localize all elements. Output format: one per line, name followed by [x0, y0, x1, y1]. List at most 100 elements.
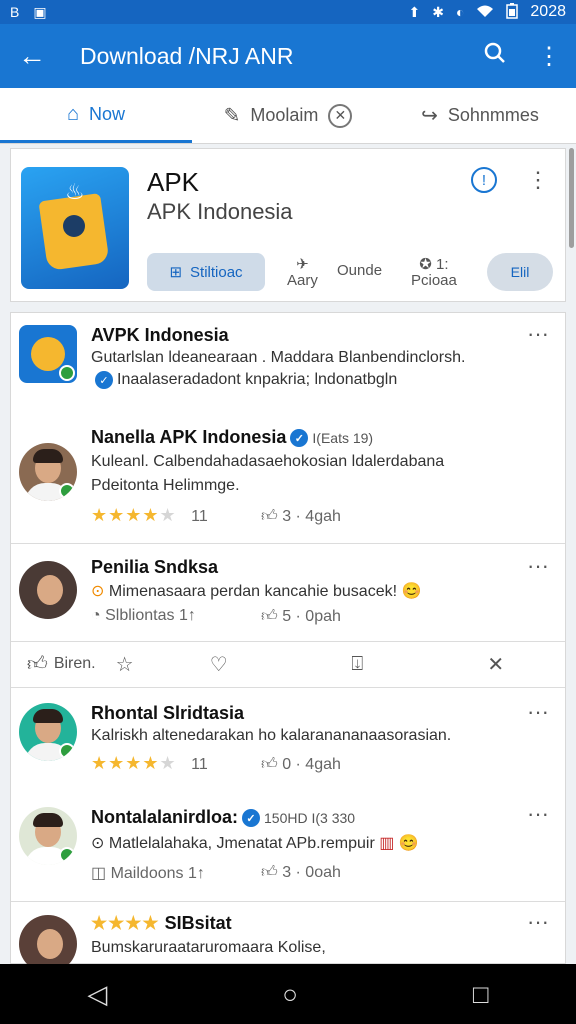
post-text: Gutarlslan ldeanearaan . Maddara Blanben…	[91, 349, 466, 366]
thumbs-up-icon: 👍︎	[261, 756, 278, 773]
like-count[interactable]: 👍︎ 3 · 4gah	[261, 507, 341, 526]
close-icon: ✕	[487, 653, 505, 676]
review-meta: ◔ Slbliontas 1↑	[91, 607, 196, 625]
star-icon[interactable]: ☆	[116, 652, 134, 677]
stars-icon: ★★★★★	[91, 753, 177, 773]
more-horiz-icon[interactable]: ···	[527, 321, 549, 347]
app-logo[interactable]: ♨	[21, 167, 129, 289]
star-rating: ★★★★★ 11	[91, 505, 208, 526]
avatar[interactable]	[19, 561, 77, 619]
review-text: Kalriskh altenedarakan ho kalaranananaas…	[91, 727, 452, 744]
rating-count: 11	[191, 756, 208, 773]
clock: 2028	[530, 3, 566, 20]
page-title: Download /NRJ ANR	[80, 42, 294, 69]
info-icon[interactable]: !	[471, 167, 497, 193]
review-text: ⊙ Matlelalahaka, Jmenatat APb.rempuir ▥ …	[91, 833, 419, 853]
review-text: Kuleanl. Calbendahadasaehokosian ldalerd…	[91, 453, 445, 470]
tab-moolaim[interactable]: ✎ Moolaim ✕	[192, 88, 384, 143]
secondary-button[interactable]: Elil	[487, 253, 553, 291]
heart-icon: ♡	[209, 653, 228, 676]
like-count[interactable]: 👍︎ 3 · 0oah	[261, 863, 341, 882]
like-count[interactable]: 👍︎ 5 · 0pah	[261, 607, 341, 626]
review-item[interactable]: Penilia Sndksa ··· ⊙ Mimenasaara perdan …	[11, 543, 565, 641]
like-button[interactable]: 👍︎ Biren. ☆	[11, 652, 150, 677]
install-button[interactable]: ⊞ Stiltioac	[147, 253, 265, 291]
verified-icon: ✓	[242, 809, 261, 828]
review-item[interactable]: ★★★★ SIBsitat ··· Bumskaruraataruromaara…	[11, 901, 565, 964]
tab-label: Moolaim	[250, 105, 319, 125]
post-link-text: Inaalaseradadont knpakria; lndonatbgln	[117, 371, 398, 389]
online-dot	[59, 483, 75, 499]
more-horiz-icon[interactable]: ···	[527, 909, 549, 935]
avatar[interactable]	[19, 443, 77, 501]
reviewer-name: Nontalalanirdloa: ✓ 150HD I(3 330	[91, 807, 355, 828]
stat-rating: ✈ Aary	[287, 257, 318, 289]
reviewer-name-text: SIBsitat	[164, 913, 232, 933]
home-icon: ⌂	[66, 102, 80, 125]
like-count-text: 0 · 4gah	[282, 756, 341, 773]
favorite-button[interactable]: ♡	[150, 652, 289, 677]
stat-downloads: Ounde	[337, 263, 382, 279]
like-button-label: Biren.	[53, 655, 96, 672]
close-icon[interactable]: ✕	[328, 103, 353, 128]
download-status-icon: ⬆	[408, 3, 421, 20]
more-horiz-icon[interactable]: ···	[527, 699, 549, 725]
thumbs-up-icon: 👍︎	[261, 508, 278, 525]
install-button-label: Stiltioac	[190, 263, 243, 281]
review-text-content: Matlelalahaka, Jmenatat APb.rempuir	[108, 835, 375, 852]
more-vert-icon[interactable]: ⋮	[527, 167, 549, 193]
home-nav-icon[interactable]: ○	[282, 979, 298, 1010]
notification-icon: B	[10, 4, 20, 20]
back-button[interactable]: ←	[0, 24, 64, 88]
overflow-menu-button[interactable]: ⋮	[522, 24, 576, 88]
review-item[interactable]: Nanella APK Indonesia ✓ I(Eats 19) Kuleanl…	[11, 413, 565, 543]
emoji-icon: 😊	[398, 835, 419, 852]
search-icon	[483, 41, 507, 72]
app-developer[interactable]: APK Indonesia	[147, 199, 293, 225]
recents-nav-icon[interactable]: □	[473, 979, 489, 1010]
review-text-content: Mimenasaara perdan kancahie busacek!	[108, 583, 398, 600]
app-avatar	[19, 325, 77, 383]
stat-value: 1:	[436, 256, 449, 273]
gear-icon	[31, 337, 65, 371]
reviewer-name-text: Nontalalanirdloa:	[91, 807, 239, 827]
tab-now[interactable]: ⌂ Now	[0, 88, 192, 143]
like-count[interactable]: 👍︎ 0 · 4gah	[261, 755, 341, 774]
reviewer-name: Nanella APK Indonesia ✓ I(Eats 19)	[91, 427, 373, 448]
tab-sohnmmes[interactable]: ↪ Sohnmmes	[384, 88, 576, 143]
wifi-icon	[476, 4, 494, 21]
link-icon: ⊙	[91, 835, 105, 852]
content-area[interactable]: ♨ APK APK Indonesia ! ⋮ ⊞ Stiltioac ✈ Aa…	[0, 144, 576, 964]
status-dot	[59, 365, 75, 381]
review-item[interactable]: Rhontal Slridtasia ··· Kalriskh alteneda…	[11, 687, 565, 787]
list-item[interactable]: AVPK Indonesia Gutarlslan ldeanearaan . …	[11, 313, 565, 413]
stars-icon: ★★★★	[91, 913, 160, 933]
reviewer-meta: 150HD I(3 330	[264, 810, 356, 826]
search-button[interactable]	[468, 24, 522, 88]
avatar-hair	[33, 449, 63, 463]
more-horiz-icon[interactable]: ···	[527, 553, 549, 579]
avatar[interactable]	[19, 703, 77, 761]
like-count-text: 3 · 4gah	[282, 508, 341, 525]
online-dot	[59, 847, 75, 863]
scrollbar[interactable]	[569, 148, 574, 248]
vibrate-icon: ◐	[455, 4, 465, 20]
review-meta-text: Slbliontas 1↑	[105, 607, 196, 624]
back-nav-icon[interactable]: ◁	[87, 979, 107, 1010]
verified-icon: ✓	[290, 429, 309, 448]
app-logo-detail	[63, 215, 85, 237]
avatar[interactable]	[19, 915, 77, 964]
stat-label: Ounde	[337, 262, 383, 279]
more-horiz-icon[interactable]: ···	[527, 801, 549, 827]
review-text: Pdeitonta Helimmge.	[91, 477, 240, 494]
review-item[interactable]: Nontalalanirdloa: ✓ 150HD I(3 330 ··· ⊙ Ma…	[11, 787, 565, 897]
post-link[interactable]: ✓ Inaalaseradadont knpakria; lndonatbgln	[91, 371, 397, 389]
status-bar: B ▣ ⬆ ✱ ◐ 2028	[0, 0, 576, 24]
expand-button[interactable]: ⍗	[288, 653, 427, 676]
action-bar: 👍︎ Biren. ☆ ♡ ⍗ ✕	[11, 641, 565, 687]
thumbs-up-icon: 👍︎	[261, 608, 278, 625]
close-button[interactable]: ✕	[427, 652, 566, 677]
gallery-icon: ▣	[33, 3, 47, 20]
avatar[interactable]	[19, 807, 77, 865]
star-rating: ★★★★★ 11	[91, 753, 208, 774]
